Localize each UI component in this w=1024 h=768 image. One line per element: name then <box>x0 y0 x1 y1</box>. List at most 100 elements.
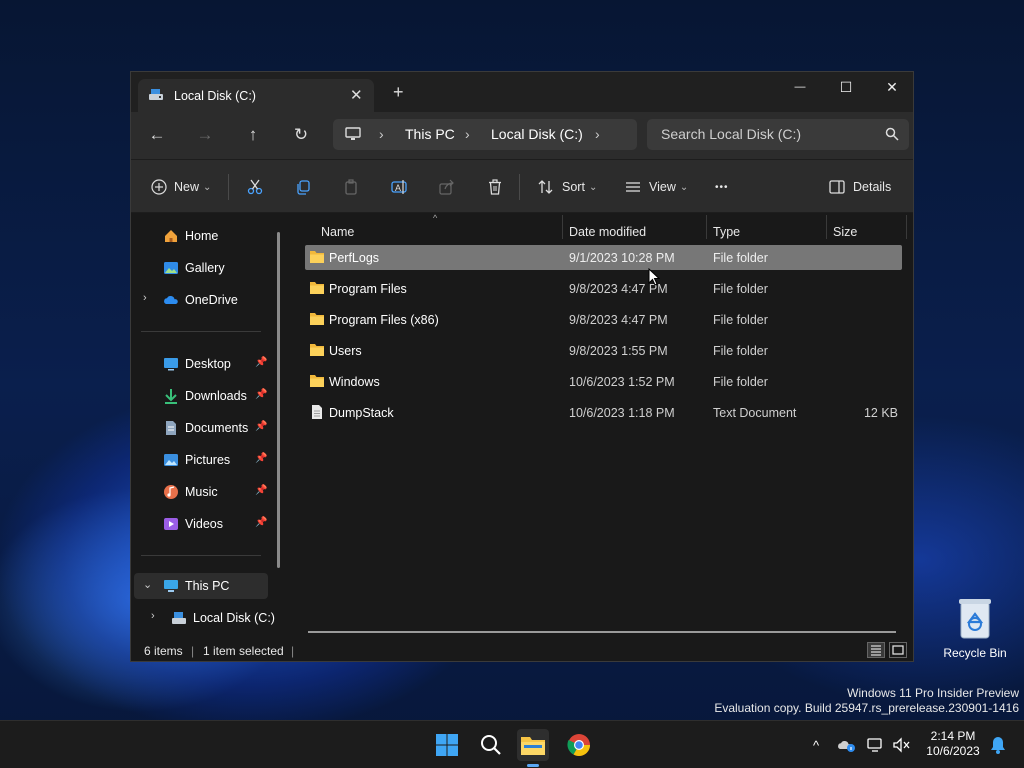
breadcrumb-local-disk[interactable]: Local Disk (C:) <box>491 126 583 142</box>
file-date-modified: 9/1/2023 10:28 PM <box>569 251 675 265</box>
chevron-right-icon[interactable]: › <box>143 292 147 304</box>
sidebar-item-downloads[interactable]: Downloads 📌 <box>131 383 281 409</box>
horizontal-scrollbar[interactable] <box>308 631 896 633</box>
file-row[interactable]: Users 9/8/2023 1:55 PM File folder <box>305 338 902 363</box>
breadcrumb-this-pc[interactable]: This PC <box>405 126 455 142</box>
refresh-icon: ↻ <box>293 125 309 144</box>
back-button[interactable]: ← <box>144 123 170 147</box>
pin-icon[interactable]: 📌 <box>255 517 267 528</box>
sidebar-item-label: Music <box>185 485 218 499</box>
monitor-icon <box>345 127 361 140</box>
column-divider[interactable] <box>826 215 827 239</box>
paste-button[interactable] <box>343 175 359 199</box>
sidebar-item-desktop[interactable]: Desktop 📌 <box>131 351 281 377</box>
pin-icon[interactable]: 📌 <box>255 389 267 400</box>
search-button[interactable] <box>475 729 507 761</box>
pin-icon[interactable]: 📌 <box>255 357 267 368</box>
column-divider[interactable] <box>706 215 707 239</box>
sidebar-item-documents[interactable]: Documents 📌 <box>131 415 281 441</box>
onedrive-icon <box>164 295 178 304</box>
watermark-line-1: Windows 11 Pro Insider Preview <box>847 686 1019 700</box>
more-options-button[interactable]: ••• <box>715 175 729 199</box>
pin-icon[interactable]: 📌 <box>255 453 267 464</box>
taskbar: ^ 2:14 PM 10/6/2023 <box>0 720 1024 768</box>
search-input[interactable]: Search Local Disk (C:) <box>661 126 801 142</box>
file-name: Windows <box>329 375 380 389</box>
home-icon <box>165 230 177 242</box>
column-header-type[interactable]: Type <box>713 225 740 239</box>
file-list: Name ^ Date modified Type Size PerfLogs 9… <box>289 213 913 637</box>
address-bar[interactable]: › This PC › Local Disk (C:) › <box>333 119 637 150</box>
windows-logo-icon <box>436 734 458 756</box>
file-row[interactable]: Windows 10/6/2023 1:52 PM File folder <box>305 369 902 394</box>
tab-local-disk[interactable]: Local Disk (C:) ✕ <box>138 79 374 112</box>
breadcrumb-separator: › <box>379 126 384 142</box>
pin-icon[interactable]: 📌 <box>255 485 267 496</box>
tiles-view-button[interactable] <box>889 642 907 658</box>
refresh-button[interactable]: ↻ <box>288 123 314 147</box>
new-tab-button[interactable]: + <box>393 83 404 101</box>
cut-button[interactable] <box>247 175 263 199</box>
file-row[interactable]: Program Files 9/8/2023 4:47 PM File folder <box>305 276 902 301</box>
share-button[interactable] <box>439 175 455 199</box>
details-pane-button[interactable]: Details <box>829 175 891 199</box>
column-divider[interactable] <box>562 215 563 239</box>
column-header-size[interactable]: Size <box>833 225 857 239</box>
up-button[interactable]: ↑ <box>240 123 266 147</box>
sort-icon <box>538 180 553 194</box>
paste-icon <box>345 179 357 195</box>
sidebar-item-home[interactable]: Home <box>131 223 281 249</box>
copy-icon <box>297 180 310 195</box>
tab-close-button[interactable]: ✕ <box>350 86 363 104</box>
chevron-right-icon[interactable]: › <box>151 610 155 622</box>
view-button[interactable]: View ⌄ <box>625 175 688 199</box>
delete-button[interactable] <box>487 175 503 199</box>
sidebar-item-pictures[interactable]: Pictures 📌 <box>131 447 281 473</box>
details-view-button[interactable] <box>867 642 885 658</box>
sidebar-item-onedrive[interactable]: › OneDrive <box>131 287 281 313</box>
start-button[interactable] <box>431 729 463 761</box>
file-row[interactable]: PerfLogs 9/1/2023 10:28 PM File folder <box>305 245 902 270</box>
forward-button[interactable]: → <box>192 123 218 147</box>
folder-icon <box>310 375 324 387</box>
onedrive-tray-button[interactable] <box>830 729 862 761</box>
pin-icon[interactable]: 📌 <box>255 421 267 432</box>
sidebar-divider <box>141 331 261 332</box>
sort-button[interactable]: Sort ⌄ <box>538 175 597 199</box>
sidebar-item-gallery[interactable]: Gallery <box>131 255 281 281</box>
rename-button[interactable]: A <box>391 175 409 199</box>
minimize-button[interactable]: — <box>777 72 823 102</box>
sidebar-item-music[interactable]: Music 📌 <box>131 479 281 505</box>
close-button[interactable]: ✕ <box>869 72 915 102</box>
notifications-button[interactable] <box>982 729 1014 761</box>
file-explorer-taskbar-button[interactable] <box>517 729 549 767</box>
clock[interactable]: 2:14 PM 10/6/2023 <box>920 729 986 759</box>
music-icon <box>164 485 178 499</box>
copy-button[interactable] <box>295 175 311 199</box>
file-row[interactable]: DumpStack 10/6/2023 1:18 PM Text Document 1… <box>305 400 902 425</box>
chevron-down-icon[interactable]: ⌄ <box>143 578 152 591</box>
sidebar-item-videos[interactable]: Videos 📌 <box>131 511 281 537</box>
maximize-button[interactable]: ☐ <box>823 72 869 102</box>
column-header-date[interactable]: Date modified <box>569 225 646 239</box>
chrome-taskbar-button[interactable] <box>563 729 595 761</box>
file-type: File folder <box>713 375 768 389</box>
volume-tray-button[interactable] <box>886 729 918 761</box>
search-box[interactable]: Search Local Disk (C:) <box>647 119 909 150</box>
file-row[interactable]: Program Files (x86) 9/8/2023 4:47 PM File … <box>305 307 902 332</box>
clock-date: 10/6/2023 <box>926 744 980 758</box>
file-explorer-window: Local Disk (C:) ✕ + — ☐ ✕ ← → ↑ ↻ › This… <box>130 71 914 662</box>
show-hidden-icons-button[interactable]: ^ <box>800 729 832 761</box>
recycle-bin[interactable]: Recycle Bin <box>940 596 1010 660</box>
breadcrumb-separator: › <box>465 126 470 142</box>
more-icon: ••• <box>715 181 729 193</box>
sidebar-item-local-disk[interactable]: › Local Disk (C:) <box>131 605 281 631</box>
breadcrumb-separator[interactable]: › <box>595 126 600 142</box>
column-divider[interactable] <box>906 215 907 239</box>
folder-icon <box>310 344 324 356</box>
new-button[interactable]: New ⌄ <box>151 175 211 199</box>
sidebar-scrollbar[interactable] <box>277 232 280 568</box>
sidebar-item-this-pc[interactable]: ⌄ This PC <box>134 573 268 599</box>
column-header-name[interactable]: Name <box>321 225 354 239</box>
videos-icon <box>164 518 178 530</box>
